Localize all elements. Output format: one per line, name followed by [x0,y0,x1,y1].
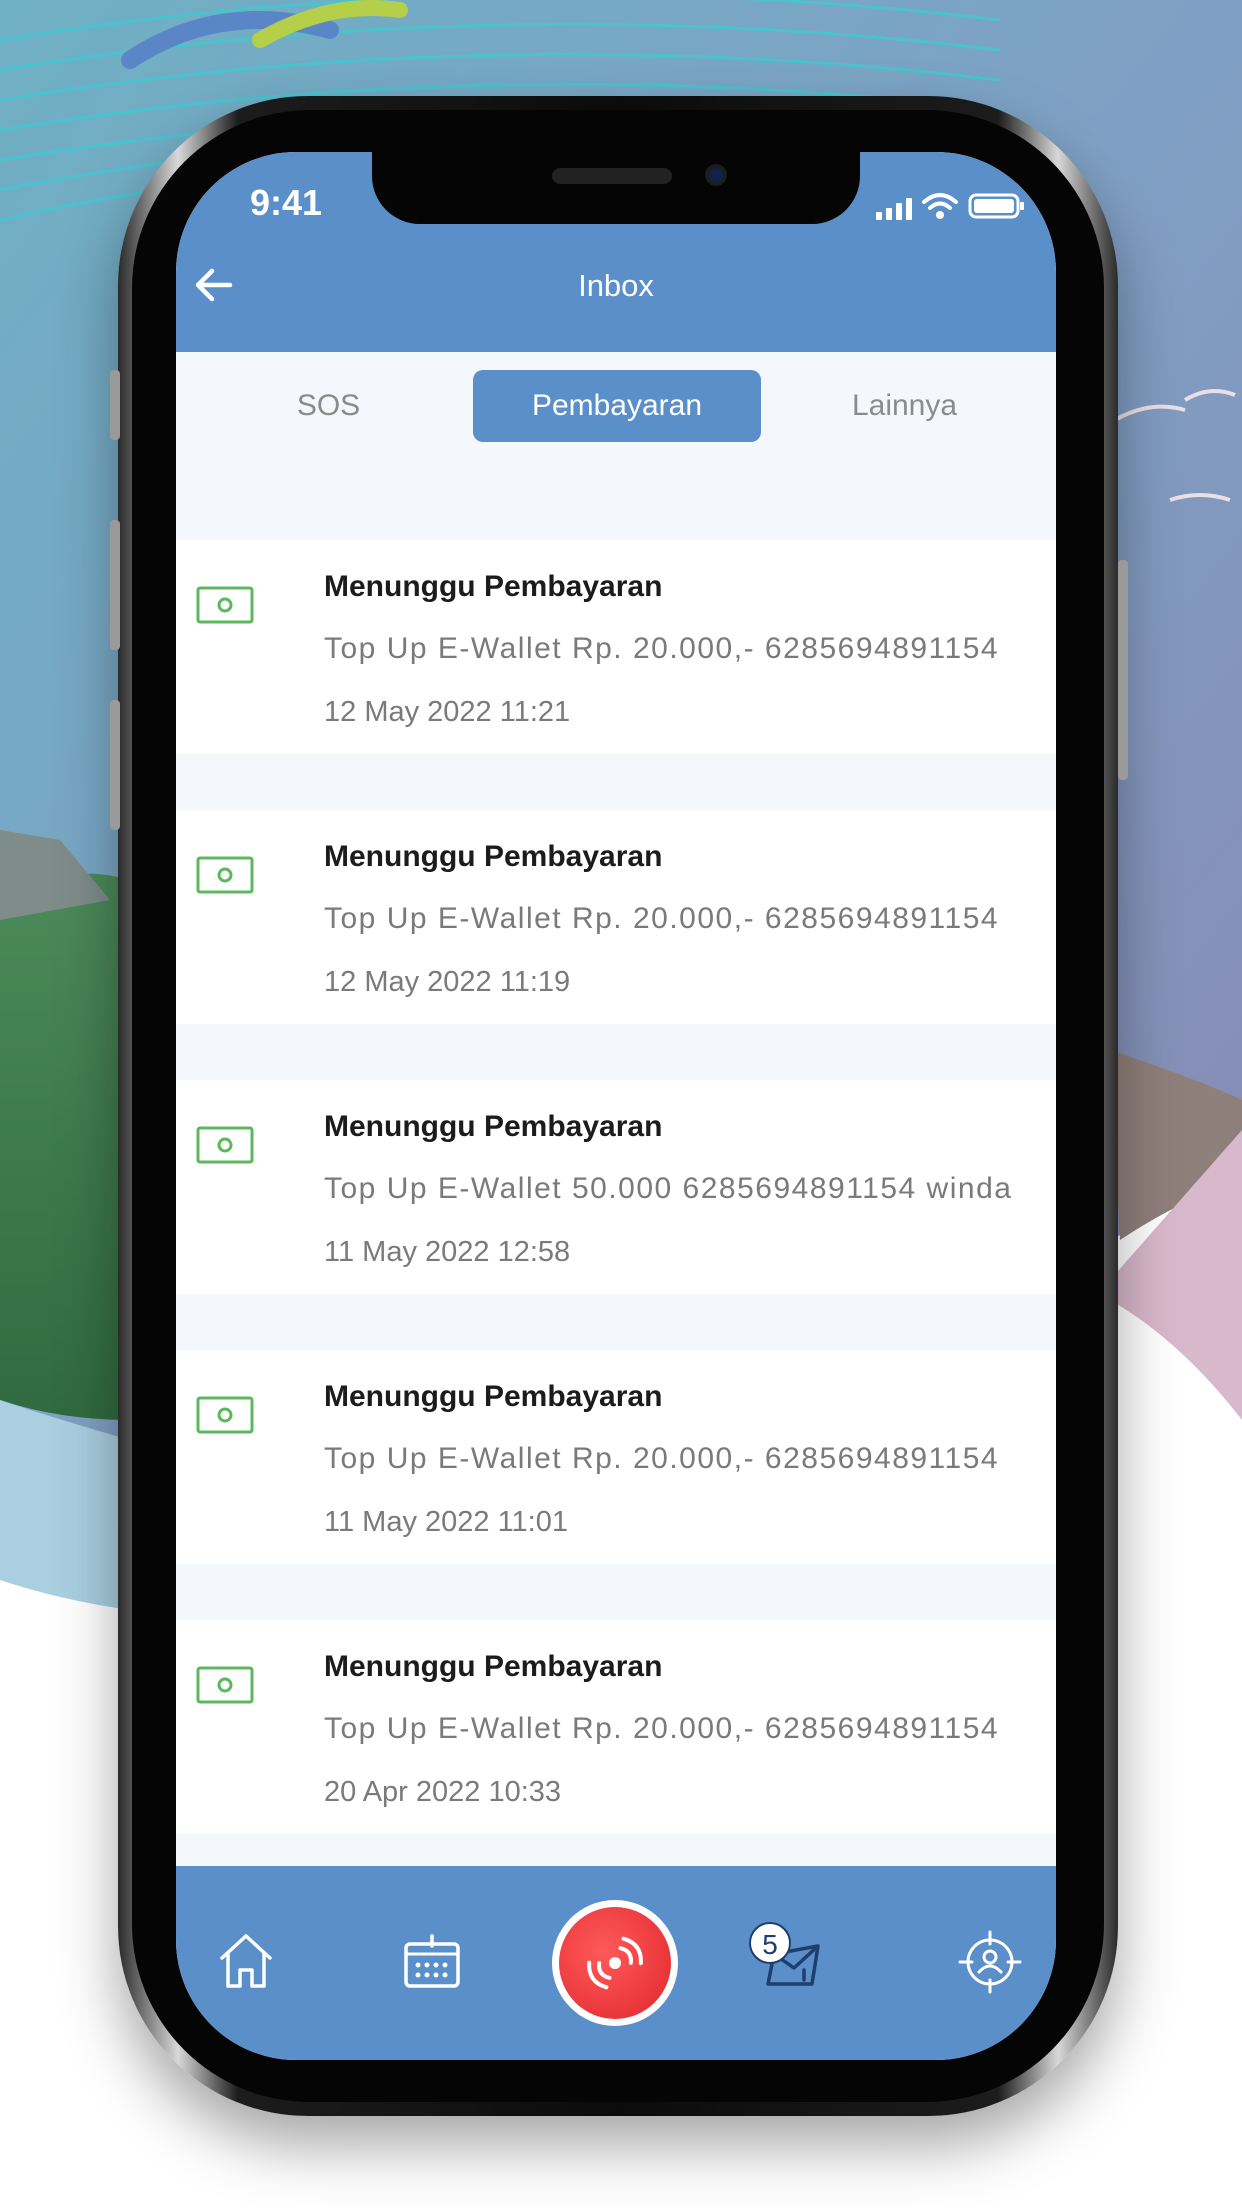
app-screen: 9:41 Inbox SOS Pembayaran Lainnya Menung… [176,152,1056,2060]
status-icons [876,192,1026,220]
front-camera [705,164,727,186]
battery-icon [968,193,1024,219]
list-item[interactable]: Menunggu Pembayaran Top Up E-Wallet Rp. … [176,540,1056,754]
notch [372,152,860,224]
location-target-icon[interactable] [958,1930,1022,1994]
message-date: 20 Apr 2022 10:33 [324,1776,562,1808]
volume-down-button [110,700,120,830]
money-icon [196,1396,254,1434]
message-description: Top Up E-Wallet 50.000 6285694891154 win… [324,1172,1013,1205]
sos-button-core [559,1907,671,2019]
page-title: Inbox [578,268,654,303]
message-date: 11 May 2022 11:01 [324,1506,568,1538]
message-title: Menunggu Pembayaran [324,1110,663,1143]
message-title: Menunggu Pembayaran [324,570,663,603]
message-date: 12 May 2022 11:21 [324,696,571,728]
tab-sos[interactable]: SOS [216,370,441,442]
calendar-icon[interactable] [402,1932,462,1990]
list-item[interactable]: Menunggu Pembayaran Top Up E-Wallet Rp. … [176,1350,1056,1564]
power-button [1118,560,1128,780]
message-date: 11 May 2022 12:58 [324,1236,571,1268]
message-description: Top Up E-Wallet Rp. 20.000,- 62856948911… [324,1442,1000,1475]
list-item[interactable]: Menunggu Pembayaran Top Up E-Wallet Rp. … [176,1620,1056,1834]
money-icon [196,1666,254,1704]
wifi-icon [922,193,958,219]
message-date: 12 May 2022 11:19 [324,966,571,998]
sos-button[interactable] [552,1900,678,2026]
unread-badge: 5 [749,1922,791,1964]
speaker-grille [552,168,672,184]
list-item[interactable]: Menunggu Pembayaran Top Up E-Wallet 50.0… [176,1080,1056,1294]
message-description: Top Up E-Wallet Rp. 20.000,- 62856948911… [324,1712,1000,1745]
money-icon [196,856,254,894]
message-title: Menunggu Pembayaran [324,840,663,873]
silent-switch [110,370,120,440]
message-description: Top Up E-Wallet Rp. 20.000,- 62856948911… [324,632,1000,665]
tab-lainnya[interactable]: Lainnya [792,370,1017,442]
message-description: Top Up E-Wallet Rp. 20.000,- 62856948911… [324,902,1000,935]
money-icon [196,586,254,624]
cellular-signal-icon [876,198,912,220]
sos-signal-icon [587,1936,643,1990]
list-item[interactable]: Menunggu Pembayaran Top Up E-Wallet Rp. … [176,810,1056,1024]
money-icon [196,1126,254,1164]
message-title: Menunggu Pembayaran [324,1650,663,1683]
message-title: Menunggu Pembayaran [324,1380,663,1413]
status-time: 9:41 [250,182,323,223]
tab-pembayaran[interactable]: Pembayaran [473,370,761,442]
volume-up-button [110,520,120,650]
home-icon[interactable] [218,1932,274,1990]
